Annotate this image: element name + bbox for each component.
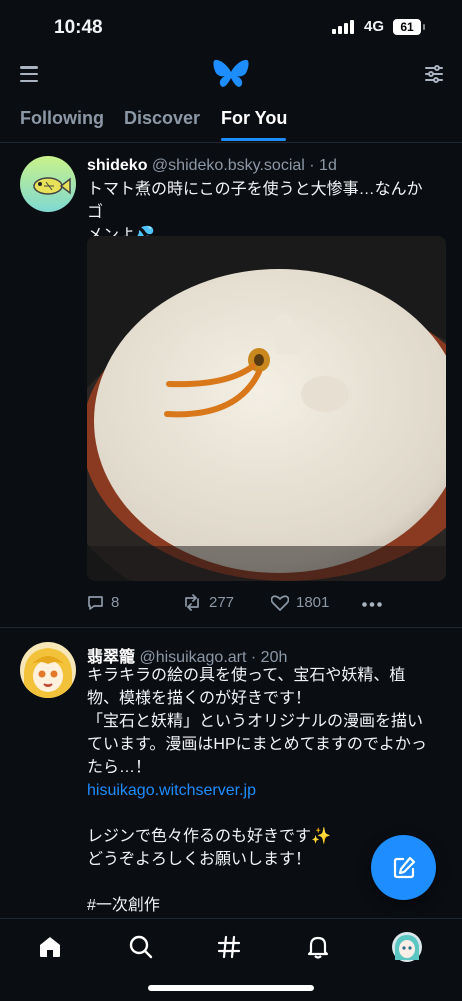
post-text-line: 「宝石と妖精」というオリジナルの漫画を描い — [87, 713, 424, 730]
home-icon[interactable] — [34, 931, 66, 963]
post-text-line: キラキラの絵の具を使って、宝石や妖精、植 — [87, 667, 406, 684]
compose-icon — [393, 856, 415, 878]
website-link[interactable]: hisuikago.witchserver.jp — [87, 779, 437, 802]
post-text-line: 物、模様を描くのが好きです！ — [87, 690, 312, 707]
post-2[interactable]: 翡翠籠 @hisuikago.art · 20h キラキラの絵の具を使って、宝石… — [0, 0, 462, 918]
bell-icon[interactable] — [302, 931, 334, 963]
profile-avatar[interactable] — [391, 931, 423, 963]
hashtag-icon[interactable] — [213, 931, 245, 963]
search-icon[interactable] — [125, 931, 157, 963]
avatar[interactable] — [20, 642, 76, 698]
post-text-line: たら…！ — [87, 759, 152, 776]
home-indicator — [148, 985, 314, 991]
compose-button[interactable] — [371, 835, 436, 900]
post-text-line: ています。漫画はHPにまとめてますのでよかっ — [87, 736, 427, 753]
post-hashtag[interactable]: #一次創作 — [87, 894, 437, 917]
